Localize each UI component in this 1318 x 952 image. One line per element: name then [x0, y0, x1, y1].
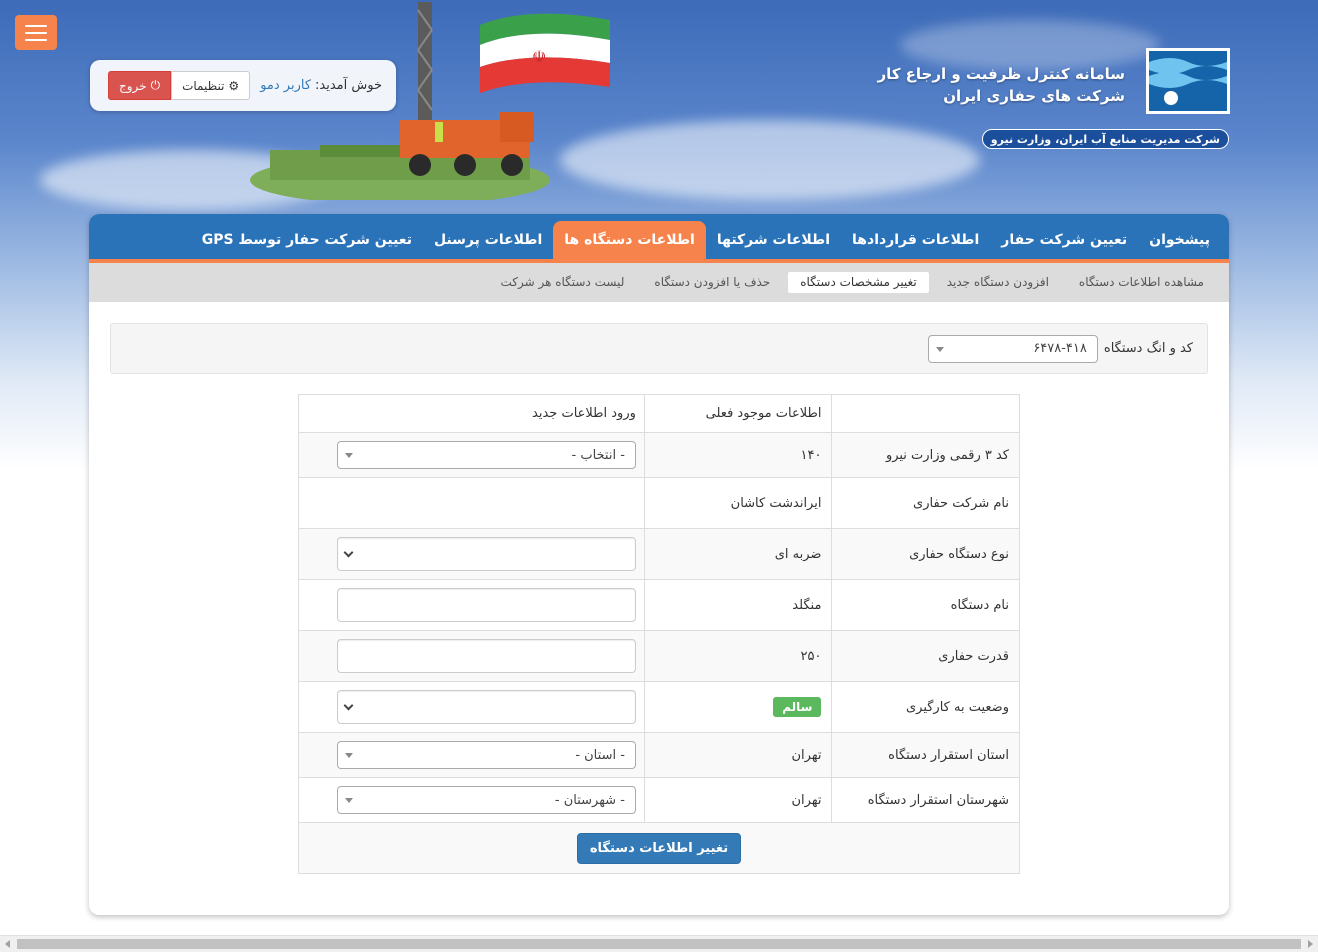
field-label: نام دستگاه	[831, 579, 1020, 631]
dropdown-arrow-icon	[935, 346, 944, 352]
device-select-label: کد و انگ دستگاه	[1103, 341, 1193, 356]
nav-item-devices[interactable]: اطلاعات دستگاه ها	[553, 221, 706, 259]
drilling-power-input[interactable]	[336, 639, 636, 673]
chevron-down-icon	[343, 547, 354, 558]
current-value: ۲۵۰	[643, 630, 833, 682]
main-nav: پیشخوان تعیین شرکت حفار اطلاعات قرارداده…	[89, 214, 1229, 263]
city-select[interactable]: - شهرستان -	[336, 786, 636, 814]
field-label: نام شرکت حفاری	[831, 477, 1020, 529]
table-row: استان استقرار دستگاه تهران - استان -	[298, 732, 1020, 778]
site-title-line2: شرکت های حفاری ایران	[943, 87, 1125, 105]
submit-device-change-button[interactable]: تغییر اطلاعات دستگاه	[576, 832, 742, 864]
province-select[interactable]: - استان -	[336, 741, 636, 769]
power-icon: ⏻	[150, 78, 161, 92]
welcome-text: خوش آمدید: کاربر دمو	[260, 78, 382, 93]
org-badge: شرکت مدیریت منابع آب ایران، وزارت نیرو	[981, 129, 1229, 149]
status-badge: سالم	[773, 697, 822, 717]
rig-type-dropdown[interactable]	[336, 537, 636, 571]
field-label: کد ۳ رقمی وزارت نیرو	[831, 432, 1020, 478]
subnav-view-device[interactable]: مشاهده اطلاعات دستگاه	[1067, 272, 1216, 293]
field-label: نوع دستگاه حفاری	[831, 528, 1020, 580]
table-row: کد ۳ رقمی وزارت نیرو ۱۴۰ - انتخاب -	[298, 432, 1020, 478]
table-row: نام دستگاه منگلد	[298, 579, 1020, 631]
table-row: نوع دستگاه حفاری ضربه ای	[298, 528, 1020, 580]
current-value: ایراندشت کاشان	[643, 477, 833, 529]
header-current: اطلاعات موجود فعلی	[643, 394, 833, 433]
table-header-row: اطلاعات موجود فعلی ورود اطلاعات جدید	[298, 394, 1020, 433]
scroll-right-icon[interactable]	[1308, 940, 1313, 948]
hamburger-icon	[25, 24, 47, 27]
dropdown-arrow-icon	[344, 453, 353, 458]
device-code-select[interactable]: ۶۴۷۸-۴۱۸	[927, 334, 1098, 363]
current-value: ۱۴۰	[643, 432, 833, 478]
ministry-code-select[interactable]: - انتخاب -	[336, 441, 636, 469]
nav-item-assign-driller[interactable]: تعیین شرکت حفار	[990, 221, 1138, 259]
logout-button[interactable]: ⏻ خروج	[108, 71, 172, 100]
subnav-add-device[interactable]: افزودن دستگاه جدید	[935, 272, 1061, 293]
settings-label: تنظیمات	[182, 78, 225, 93]
hamburger-icon	[25, 31, 47, 34]
gear-icon: ⚙	[228, 78, 240, 93]
water-company-logo	[1146, 48, 1230, 114]
header-new: ورود اطلاعات جدید	[298, 394, 645, 433]
table-row: شهرستان استقرار دستگاه تهران - شهرستان -	[298, 777, 1020, 823]
site-title-line1: سامانه کنترل ظرفیت و ارجاع کار	[877, 65, 1125, 83]
device-code-value: ۶۴۷۸-۴۱۸	[1033, 341, 1087, 356]
select-placeholder: - شهرستان -	[554, 792, 625, 808]
nav-item-dashboard[interactable]: پیشخوان	[1138, 221, 1221, 259]
rig-name-input[interactable]	[336, 588, 636, 622]
menu-toggle-button[interactable]	[15, 15, 57, 50]
current-value: ضربه ای	[643, 528, 833, 580]
scrollbar-thumb[interactable]	[17, 939, 1301, 949]
select-placeholder: - انتخاب -	[571, 447, 625, 463]
dropdown-arrow-icon	[344, 753, 353, 758]
hamburger-icon	[25, 38, 47, 41]
table-row: وضعیت به کارگیری سالم	[298, 681, 1020, 733]
iran-flag-image: ☫	[480, 13, 610, 93]
scroll-left-icon[interactable]	[5, 940, 10, 948]
device-select-panel: کد و انگ دستگاه ۶۴۷۸-۴۱۸	[110, 323, 1208, 374]
logout-label: خروج	[119, 78, 147, 93]
user-panel: خوش آمدید: کاربر دمو ⚙ تنظیمات ⏻ خروج	[90, 60, 396, 111]
svg-text:☫: ☫	[532, 47, 546, 66]
nav-item-companies[interactable]: اطلاعات شرکتها	[706, 221, 841, 259]
table-row: قدرت حفاری ۲۵۰	[298, 630, 1020, 682]
sub-nav: مشاهده اطلاعات دستگاه افزودن دستگاه جدید…	[89, 263, 1229, 302]
nav-item-personnel[interactable]: اطلاعات پرسنل	[423, 221, 553, 259]
current-value: تهران	[643, 777, 833, 823]
subnav-edit-device[interactable]: تغییر مشخصات دستگاه	[788, 272, 929, 293]
header-field	[831, 394, 1020, 433]
field-label: قدرت حفاری	[831, 630, 1020, 682]
current-value: منگلد	[643, 579, 833, 631]
subnav-remove-add-device[interactable]: حذف یا افزودن دستگاه	[642, 272, 782, 293]
dropdown-arrow-icon	[344, 798, 353, 803]
main-panel: پیشخوان تعیین شرکت حفار اطلاعات قرارداده…	[89, 214, 1229, 915]
select-placeholder: - استان -	[575, 747, 625, 763]
nav-item-gps-assign[interactable]: تعیین شرکت حفار توسط GPS	[191, 221, 423, 259]
header-cloud	[560, 120, 980, 200]
welcome-label: خوش آمدید:	[315, 78, 382, 93]
field-label: وضعیت به کارگیری	[831, 681, 1020, 733]
nav-item-contracts[interactable]: اطلاعات قراردادها	[841, 221, 990, 259]
field-label: شهرستان استقرار دستگاه	[831, 777, 1020, 823]
current-value: تهران	[643, 732, 833, 778]
horizontal-scrollbar[interactable]	[0, 935, 1318, 952]
device-info-table: اطلاعات موجود فعلی ورود اطلاعات جدید کد …	[298, 394, 1020, 874]
chevron-down-icon	[343, 700, 354, 711]
settings-button[interactable]: ⚙ تنظیمات	[171, 71, 251, 100]
table-row: نام شرکت حفاری ایراندشت کاشان	[298, 477, 1020, 529]
account-button-group: ⚙ تنظیمات ⏻ خروج	[108, 71, 251, 100]
field-label: استان استقرار دستگاه	[831, 732, 1020, 778]
submit-row: تغییر اطلاعات دستگاه	[298, 822, 1020, 874]
subnav-company-device-list[interactable]: لیست دستگاه هر شرکت	[488, 272, 636, 293]
usage-status-dropdown[interactable]	[336, 690, 636, 724]
user-name-link[interactable]: کاربر دمو	[260, 78, 311, 93]
site-title: سامانه کنترل ظرفیت و ارجاع کار شرکت های …	[825, 63, 1125, 107]
